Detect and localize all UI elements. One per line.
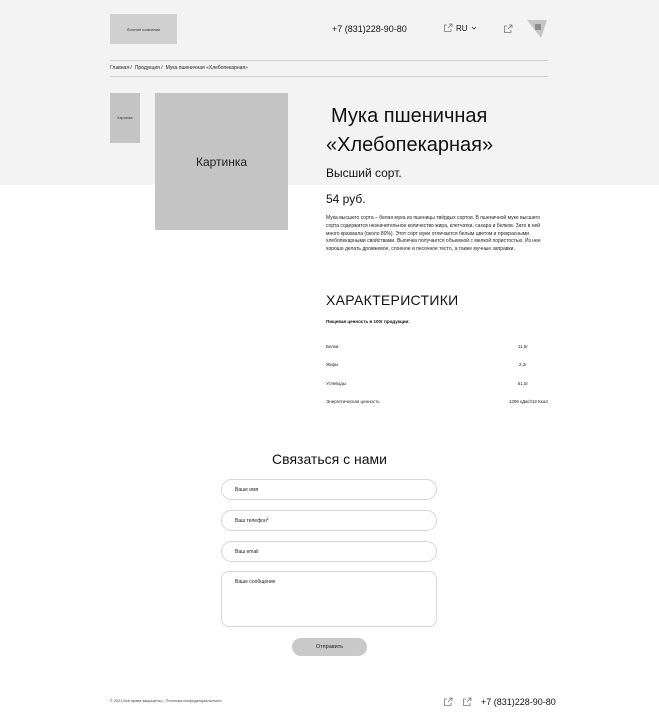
characteristic-row: Углеводы 61,5г: [326, 381, 548, 386]
breadcrumb-home[interactable]: Главная /: [110, 65, 132, 71]
product-title-line1: Мука пшеничная: [331, 105, 488, 127]
breadcrumb-products[interactable]: Продукция /: [135, 65, 163, 71]
breadcrumb-divider: [110, 76, 548, 77]
company-logo[interactable]: Логотип компании: [110, 14, 177, 44]
hamburger-menu-icon[interactable]: [526, 18, 548, 40]
product-price: 54 руб.: [326, 192, 366, 206]
external-link-icon: [443, 23, 453, 33]
breadcrumb-current: Мука пшеничная «Хлебопекарная»: [165, 65, 248, 71]
footer-copyright: © 2021 Все права защищены |: [110, 699, 164, 703]
characteristic-name: Жиры: [326, 362, 339, 367]
characteristic-value: 2,2г: [519, 362, 527, 367]
gallery-thumbnail[interactable]: Картинка: [110, 93, 140, 143]
logo-label: Логотип компании: [126, 26, 161, 32]
email-placeholder: Ваш email: [235, 548, 259, 555]
product-title: Мука пшеничная «Хлебопекарная»: [326, 102, 556, 160]
message-placeholder: Ваше сообщение: [235, 579, 276, 585]
characteristic-row: Жиры 2,2г: [326, 362, 548, 367]
product-description: Мука высшего сорта – белая мука из пшени…: [326, 215, 541, 253]
characteristics-subtitle: Пищевая ценность в 100г продукции:: [326, 319, 410, 324]
phone-placeholder: Ваш телефон*: [235, 517, 269, 524]
characteristic-value: 11,5г: [517, 344, 529, 349]
characteristic-name: Углеводы: [326, 381, 346, 386]
name-field[interactable]: Ваше имя: [221, 479, 437, 500]
characteristic-value: 61,5г: [517, 381, 529, 386]
submit-button[interactable]: Отправить: [292, 638, 367, 656]
characteristic-row: Энергетическая ценность 1306 кДж/312 Кка…: [326, 399, 548, 404]
characteristic-value: 1306 кДж/312 Ккал: [508, 399, 548, 404]
email-field[interactable]: Ваш email: [221, 541, 437, 562]
breadcrumb: Главная / Продукция / Мука пшеничная «Хл…: [110, 65, 248, 71]
thumbnail-label: Картинка: [117, 116, 133, 120]
header-phone[interactable]: +7 (831)228-90-80: [332, 24, 407, 34]
language-label: RU: [456, 23, 468, 33]
characteristic-row: Белки 11,5г: [326, 344, 548, 349]
chevron-down-icon: [471, 25, 477, 31]
language-selector[interactable]: RU: [443, 23, 477, 33]
external-link-icon[interactable]: [503, 24, 513, 34]
phone-field[interactable]: Ваш телефон*: [221, 510, 437, 531]
header-divider: [110, 60, 548, 61]
contact-title: Связаться с нами: [272, 451, 387, 467]
footer-legal: © 2021 Все права защищены | Политика кон…: [110, 699, 222, 703]
message-field[interactable]: Ваше сообщение: [221, 571, 437, 627]
product-main-image: Картинка: [155, 93, 288, 230]
name-placeholder: Ваше имя: [235, 486, 259, 493]
characteristic-name: Энергетическая ценность: [326, 399, 380, 404]
product-grade: Высший сорт.: [326, 166, 402, 180]
product-title-line2: «Хлебопекарная»: [326, 134, 494, 156]
characteristic-name: Белки: [326, 344, 339, 349]
main-image-label: Картинка: [195, 154, 248, 169]
external-link-icon[interactable]: [462, 697, 472, 707]
footer-phone[interactable]: +7 (831)228-90-80: [481, 697, 556, 707]
privacy-policy-link[interactable]: Политика конфиденциальности: [166, 699, 222, 703]
characteristics-title: ХАРАКТЕРИСТИКИ: [326, 292, 459, 308]
external-link-icon[interactable]: [443, 697, 453, 707]
